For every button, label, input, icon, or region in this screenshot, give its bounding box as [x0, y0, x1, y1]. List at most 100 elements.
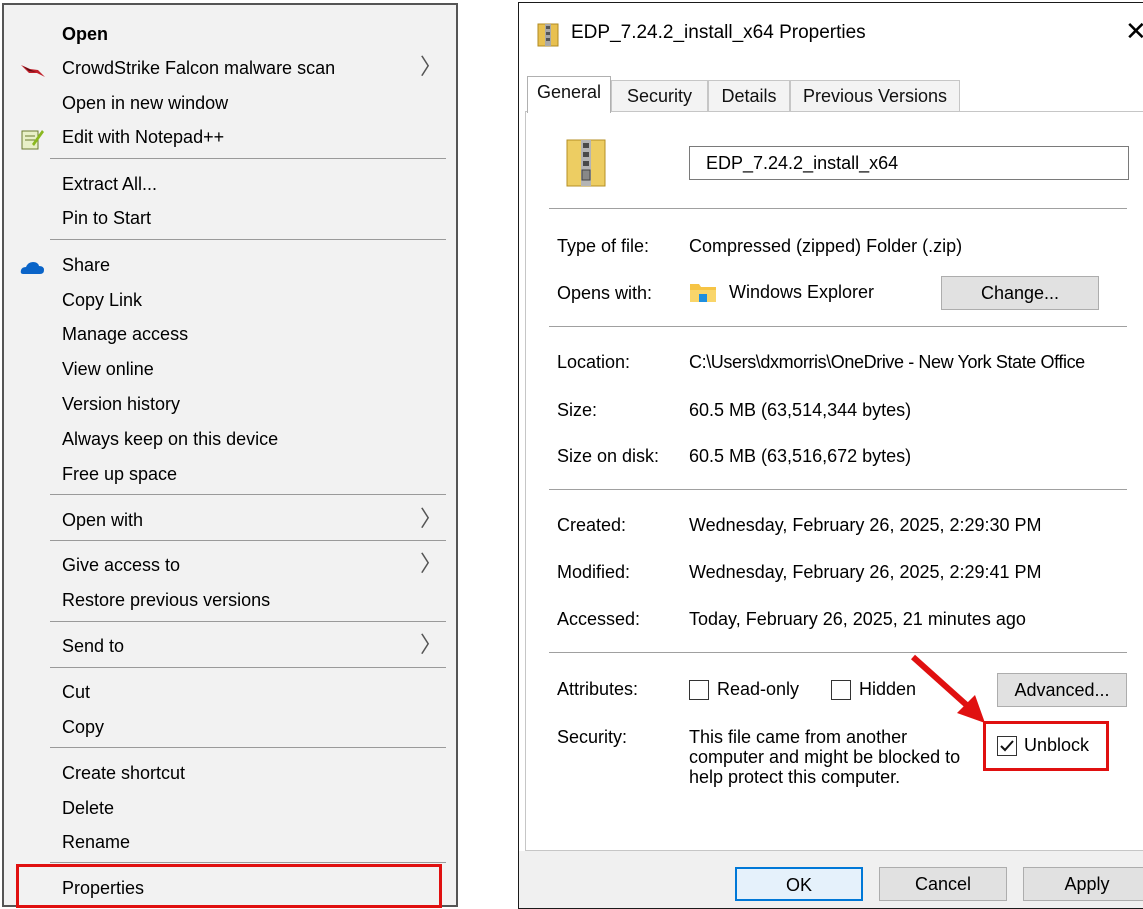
menu-item-label: Restore previous versions — [62, 590, 271, 610]
menu-item-copy[interactable]: Copy — [4, 710, 456, 744]
menu-item-label: Cut — [62, 682, 91, 702]
read-only-checkbox[interactable] — [689, 680, 709, 700]
menu-item-label: Pin to Start — [62, 208, 152, 228]
menu-separator — [50, 494, 446, 495]
menu-item-label: Create shortcut — [62, 763, 186, 783]
menu-item-view-online[interactable]: View online — [4, 352, 456, 386]
menu-item-label: Free up space — [62, 464, 178, 484]
chevron-right-icon: 〉 — [419, 633, 442, 658]
unblock-label: Unblock — [1024, 735, 1090, 755]
tab-previous-versions[interactable]: Previous Versions — [790, 80, 960, 112]
ok-button[interactable]: OK — [735, 867, 863, 901]
menu-item-edit-notepad[interactable]: Edit with Notepad++ — [4, 120, 456, 154]
menu-item-cut[interactable]: Cut — [4, 675, 456, 709]
menu-item-free-up-space[interactable]: Free up space — [4, 457, 456, 491]
accessed-label: Accessed: — [557, 609, 641, 629]
menu-item-extract-all[interactable]: Extract All... — [4, 167, 456, 201]
location-value: C:\Users\dxmorris\OneDrive - New York St… — [689, 352, 1085, 372]
read-only-label: Read-only — [717, 679, 800, 699]
security-text-line-1: This file came from another — [689, 727, 908, 747]
advanced-button[interactable]: Advanced... — [997, 673, 1127, 707]
menu-item-send-to[interactable]: Send to 〉 — [4, 629, 456, 663]
file-name-field[interactable]: EDP_7.24.2_install_x64 — [689, 146, 1129, 180]
menu-item-label: Extract All... — [62, 174, 158, 194]
menu-item-give-access[interactable]: Give access to 〉 — [4, 548, 456, 582]
security-text-line-2: computer and might be blocked to — [689, 747, 961, 767]
menu-item-label: CrowdStrike Falcon malware scan — [62, 58, 336, 78]
zip-folder-large-icon — [565, 136, 607, 193]
menu-separator — [50, 621, 446, 622]
size-on-disk-label: Size on disk: — [557, 446, 660, 466]
menu-item-share[interactable]: Share — [4, 248, 456, 282]
modified-value: Wednesday, February 26, 2025, 2:29:41 PM — [689, 562, 1042, 582]
menu-item-label: Give access to — [62, 555, 181, 575]
menu-item-create-shortcut[interactable]: Create shortcut — [4, 756, 456, 790]
menu-item-label: Open in new window — [62, 93, 229, 113]
menu-item-always-keep[interactable]: Always keep on this device — [4, 422, 456, 456]
menu-separator — [50, 747, 446, 748]
menu-item-label: Share — [62, 255, 111, 275]
size-value: 60.5 MB (63,514,344 bytes) — [689, 400, 912, 420]
menu-item-pin-to-start[interactable]: Pin to Start — [4, 201, 456, 235]
apply-button[interactable]: Apply — [1023, 867, 1143, 901]
menu-item-open-with[interactable]: Open with 〉 — [4, 503, 456, 537]
security-label: Security: — [557, 727, 628, 747]
crowdstrike-falcon-icon — [20, 58, 45, 78]
created-label: Created: — [557, 515, 627, 535]
menu-separator — [50, 540, 446, 541]
context-menu: Open CrowdStrike Falcon malware scan 〉 O… — [2, 3, 458, 908]
menu-item-copy-link[interactable]: Copy Link — [4, 283, 456, 317]
menu-separator — [50, 667, 446, 668]
title-bar[interactable]: EDP_7.24.2_install_x64 Properties ✕ — [519, 3, 1143, 65]
cancel-button[interactable]: Cancel — [879, 867, 1007, 901]
windows-explorer-icon — [689, 280, 717, 309]
red-arrow-annotation — [910, 654, 985, 723]
menu-item-open[interactable]: Open — [4, 17, 456, 51]
unblock-checkbox[interactable] — [997, 736, 1017, 756]
divider — [549, 326, 1127, 327]
type-of-file-value: Compressed (zipped) Folder (.zip) — [689, 236, 963, 256]
onedrive-cloud-icon — [20, 255, 44, 275]
opens-with-value: Windows Explorer — [729, 282, 875, 302]
notepad-plus-plus-icon — [20, 127, 44, 150]
modified-label: Modified: — [557, 562, 631, 582]
menu-item-label: View online — [62, 359, 154, 379]
menu-item-label: Open with — [62, 510, 144, 530]
location-label: Location: — [557, 352, 631, 372]
attributes-label: Attributes: — [557, 679, 639, 699]
accessed-value: Today, February 26, 2025, 21 minutes ago — [689, 609, 1026, 629]
type-of-file-label: Type of file: — [557, 236, 650, 256]
hidden-checkbox[interactable] — [831, 680, 851, 700]
opens-with-label: Opens with: — [557, 283, 653, 303]
created-value: Wednesday, February 26, 2025, 2:29:30 PM — [689, 515, 1042, 535]
properties-dialog: EDP_7.24.2_install_x64 Properties ✕ Gene… — [518, 2, 1143, 909]
menu-separator — [50, 862, 446, 863]
checkmark-icon — [1000, 740, 1014, 752]
close-icon[interactable]: ✕ — [1125, 17, 1143, 47]
zip-folder-icon — [537, 21, 559, 52]
chevron-right-icon: 〉 — [419, 55, 442, 80]
menu-item-label: Copy — [62, 717, 105, 737]
tab-details[interactable]: Details — [708, 80, 790, 112]
menu-separator — [50, 158, 446, 159]
menu-item-label: Version history — [62, 394, 181, 414]
tab-general[interactable]: General — [527, 76, 611, 113]
menu-item-rename[interactable]: Rename — [4, 825, 456, 859]
tab-security[interactable]: Security — [611, 80, 708, 112]
menu-item-version-history[interactable]: Version history — [4, 387, 456, 421]
menu-item-label: Manage access — [62, 324, 189, 344]
divider — [549, 489, 1127, 490]
menu-item-label: Delete — [62, 798, 115, 818]
dialog-title: EDP_7.24.2_install_x64 Properties — [571, 22, 866, 43]
menu-item-manage-access[interactable]: Manage access — [4, 317, 456, 351]
size-label: Size: — [557, 400, 598, 420]
menu-item-delete[interactable]: Delete — [4, 791, 456, 825]
change-button[interactable]: Change... — [941, 276, 1099, 310]
menu-item-open-new-window[interactable]: Open in new window — [4, 86, 456, 120]
menu-item-label: Open — [62, 24, 109, 44]
chevron-right-icon: 〉 — [419, 507, 442, 532]
menu-item-crowdstrike-scan[interactable]: CrowdStrike Falcon malware scan 〉 — [4, 51, 456, 85]
menu-item-restore-versions[interactable]: Restore previous versions — [4, 583, 456, 617]
divider — [549, 208, 1127, 209]
properties-highlight-box — [16, 864, 442, 908]
